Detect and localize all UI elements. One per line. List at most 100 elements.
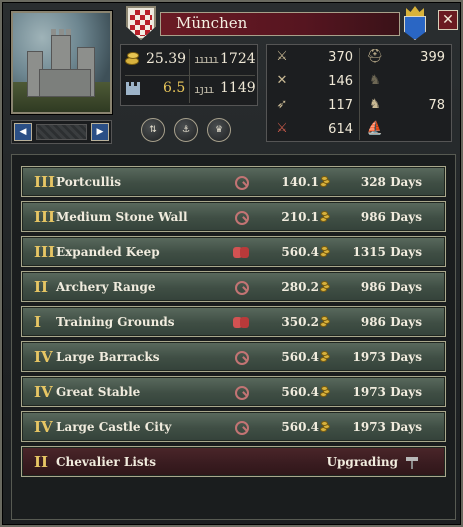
gold-coin-icon (320, 176, 331, 188)
pikemen-count: 146 (328, 74, 353, 89)
appoint-commander-button[interactable]: ♛ (207, 118, 231, 142)
heavy-infantry-count: 399 (420, 50, 445, 65)
upgrade-status: Upgrading (326, 455, 398, 469)
light-infantry-count: 370 (328, 50, 353, 65)
archers-icon: ➶ (276, 97, 288, 112)
gold-coin-icon (320, 386, 331, 398)
building-cost: 560.4 (281, 385, 319, 399)
troop-composition: ⚔ 370 ⛑ 399 ✕ 146 ♞ ➶ 117 ♞ 78 ⚔ 614 ⛵ (266, 44, 452, 142)
next-holding-button[interactable]: ▶ (91, 123, 109, 141)
levy-icon: ııııı (194, 53, 219, 66)
knights-icon: ♞ (369, 97, 381, 112)
holding-type-indicator (36, 124, 87, 140)
building-cost: 210.1 (281, 210, 319, 224)
build-time: 1973 Days (352, 420, 423, 434)
building-row-portcullis[interactable]: III Portcullis 140.1 328 Days (21, 166, 446, 197)
owner-coat-of-arms[interactable] (403, 6, 427, 40)
build-time: 986 Days (360, 210, 422, 224)
build-time: 1973 Days (352, 350, 423, 364)
gold-coin-icon (320, 351, 331, 363)
prerequisite-magnifier-icon[interactable] (233, 279, 249, 295)
building-level: III (34, 243, 56, 261)
raise-fleet-button[interactable]: ⚓ (174, 118, 198, 142)
build-time: 986 Days (360, 280, 422, 294)
building-cost: 280.2 (281, 280, 319, 294)
building-name: Expanded Keep (56, 245, 160, 259)
gold-coin-icon (320, 316, 331, 328)
fort-level: 6.5 (163, 80, 186, 96)
total-troops-count: 614 (328, 122, 353, 137)
holding-stats: 25.39 ııııı 1724 6.5 ıȷıı 1149 (120, 44, 258, 106)
light-infantry-icon: ⚔ (276, 49, 288, 64)
close-button[interactable]: ✕ (438, 10, 458, 30)
building-row-training-grounds[interactable]: I Training Grounds 350.2 986 Days (21, 306, 446, 337)
gold-coin-icon (320, 421, 331, 433)
blocked-requirement-icon[interactable] (233, 314, 249, 330)
holding-navigation: ◀ ▶ (11, 120, 112, 144)
holding-coat-of-arms[interactable] (126, 6, 156, 40)
building-level: IV (34, 383, 53, 401)
prerequisite-magnifier-icon[interactable] (233, 419, 249, 435)
pikemen-icon: ✕ (276, 73, 288, 88)
prerequisite-magnifier-icon[interactable] (233, 174, 249, 190)
building-row-large-castle-city[interactable]: IV Large Castle City 560.4 1973 Days (21, 411, 446, 442)
building-name: Large Barracks (56, 350, 160, 364)
galleys-icon: ⛵ (366, 121, 384, 136)
prerequisite-magnifier-icon[interactable] (233, 349, 249, 365)
build-time: 1973 Days (352, 385, 423, 399)
building-level: I (34, 313, 42, 331)
castle-portrait (11, 11, 112, 114)
gold-icon (125, 52, 141, 66)
building-level: IV (34, 348, 53, 366)
gold-coin-icon (320, 211, 331, 223)
building-row-medium-stone-wall[interactable]: III Medium Stone Wall 210.1 986 Days (21, 201, 446, 232)
building-level: II (34, 453, 49, 471)
building-level: III (34, 173, 56, 191)
total-troops-icon: ⚔ (276, 121, 288, 136)
fort-level-icon (126, 82, 140, 95)
levy-size: 1724 (220, 51, 256, 67)
gold-income: 25.39 (146, 51, 187, 67)
building-name: Medium Stone Wall (56, 210, 188, 224)
build-time: 986 Days (360, 315, 422, 329)
building-row-expanded-keep[interactable]: III Expanded Keep 560.4 1315 Days (21, 236, 446, 267)
building-level: III (34, 208, 56, 226)
archers-count: 117 (328, 98, 353, 113)
building-name: Portcullis (56, 175, 122, 189)
building-cost: 560.4 (281, 350, 319, 364)
light-cavalry-icon: ♞ (369, 73, 381, 88)
building-level: II (34, 278, 49, 296)
building-cost: 560.4 (281, 245, 319, 259)
raise-levy-button[interactable]: ⇅ (141, 118, 165, 142)
building-row-large-barracks[interactable]: IV Large Barracks 560.4 1973 Days (21, 341, 446, 372)
building-name: Chevalier Lists (56, 455, 156, 469)
building-list: III Portcullis 140.1 328 Days III Medium… (11, 154, 456, 520)
building-row-chevalier-lists[interactable]: II Chevalier Lists Upgrading (21, 446, 446, 477)
holding-title: München (176, 14, 248, 32)
building-row-archery-range[interactable]: II Archery Range 280.2 986 Days (21, 271, 446, 302)
heavy-infantry-icon: ⛑ (366, 49, 384, 64)
gold-coin-icon (320, 246, 331, 258)
knights-count: 78 (428, 98, 445, 113)
building-name: Training Grounds (56, 315, 175, 329)
building-name: Large Castle City (56, 420, 172, 434)
previous-holding-button[interactable]: ◀ (14, 123, 32, 141)
prerequisite-magnifier-icon[interactable] (233, 209, 249, 225)
building-cost: 560.4 (281, 420, 319, 434)
crown-icon (406, 6, 424, 16)
blocked-requirement-icon[interactable] (233, 244, 249, 260)
building-cost: 140.1 (281, 175, 319, 189)
building-row-great-stable[interactable]: IV Great Stable 560.4 1973 Days (21, 376, 446, 407)
garrison-icon: ıȷıı (194, 83, 214, 96)
build-time: 328 Days (360, 175, 422, 189)
building-name: Archery Range (56, 280, 156, 294)
building-cost: 350.2 (281, 315, 319, 329)
building-level: IV (34, 418, 53, 436)
building-name: Great Stable (56, 385, 141, 399)
holding-window: ◀ ▶ München ✕ 25.39 ııııı 1724 6.5 ıȷıı … (0, 0, 463, 527)
gold-coin-icon (320, 281, 331, 293)
prerequisite-magnifier-icon[interactable] (233, 384, 249, 400)
build-time: 1315 Days (352, 245, 423, 259)
garrison-size: 1149 (220, 80, 256, 96)
hammer-icon (406, 457, 418, 469)
